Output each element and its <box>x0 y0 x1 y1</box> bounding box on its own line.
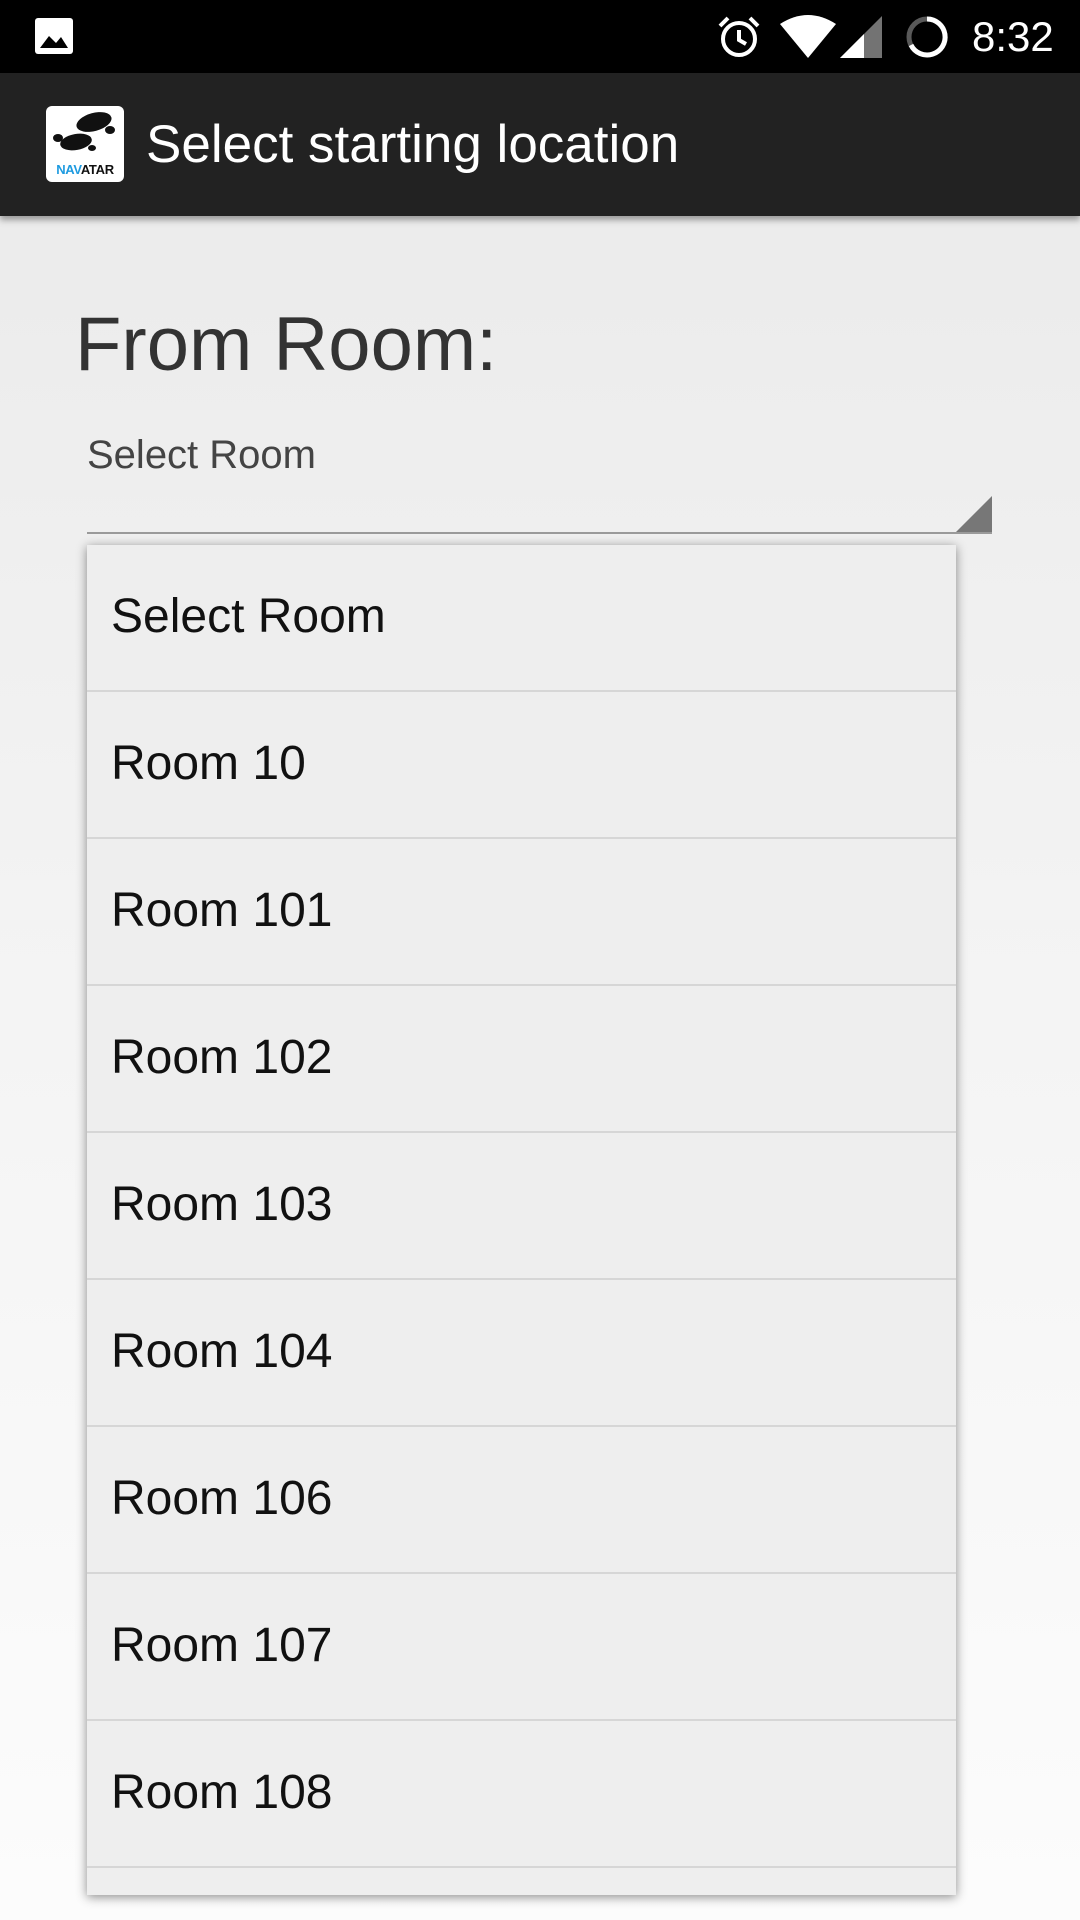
action-bar: NAVATAR Select starting location <box>0 73 1080 216</box>
dropdown-item-label: Select Room <box>111 590 386 643</box>
dropdown-item-partial[interactable] <box>87 1868 956 1895</box>
dropdown-item-label: Room 102 <box>111 1031 333 1084</box>
spinner-selected-value: Select Room <box>87 433 316 477</box>
room-spinner[interactable]: Select Room <box>87 410 992 534</box>
dropdown-item[interactable]: Room 10 <box>87 692 956 839</box>
from-room-label: From Room: <box>75 302 498 387</box>
logo-text-nav: NAV <box>56 162 81 177</box>
room-dropdown-list[interactable]: Select Room Room 10 Room 101 Room 102 Ro… <box>87 545 956 1895</box>
dropdown-item[interactable]: Room 107 <box>87 1574 956 1721</box>
dropdown-item-label: Room 10 <box>111 737 306 790</box>
page-title: Select starting location <box>146 115 680 174</box>
dropdown-item[interactable]: Room 101 <box>87 839 956 986</box>
status-bar: 8:32 <box>0 0 1080 73</box>
footprints-icon <box>53 112 115 151</box>
dropdown-item[interactable]: Room 102 <box>87 986 956 1133</box>
dropdown-arrow-icon <box>956 496 992 532</box>
battery-loading-icon <box>906 16 948 58</box>
gallery-icon <box>35 18 73 54</box>
dropdown-item[interactable]: Room 108 <box>87 1721 956 1868</box>
dropdown-item[interactable]: Room 106 <box>87 1427 956 1574</box>
status-time: 8:32 <box>972 13 1054 60</box>
alarm-icon <box>718 16 760 57</box>
dropdown-item-label: Room 106 <box>111 1472 333 1525</box>
dropdown-item-label: Room 108 <box>111 1766 333 1819</box>
dropdown-item-label: Room 103 <box>111 1178 333 1231</box>
dropdown-item-label: Room 104 <box>111 1325 333 1378</box>
wifi-icon <box>780 15 836 58</box>
app-logo: NAVATAR <box>46 106 124 182</box>
logo-text-atar: ATAR <box>80 162 114 177</box>
dropdown-item-label: Room 101 <box>111 884 333 937</box>
dropdown-item-label: Room 107 <box>111 1619 333 1672</box>
dropdown-item[interactable]: Select Room <box>87 545 956 692</box>
signal-icon <box>840 16 882 58</box>
dropdown-item[interactable]: Room 104 <box>87 1280 956 1427</box>
logo-text: NAVATAR <box>46 162 124 177</box>
dropdown-item[interactable]: Room 103 <box>87 1133 956 1280</box>
